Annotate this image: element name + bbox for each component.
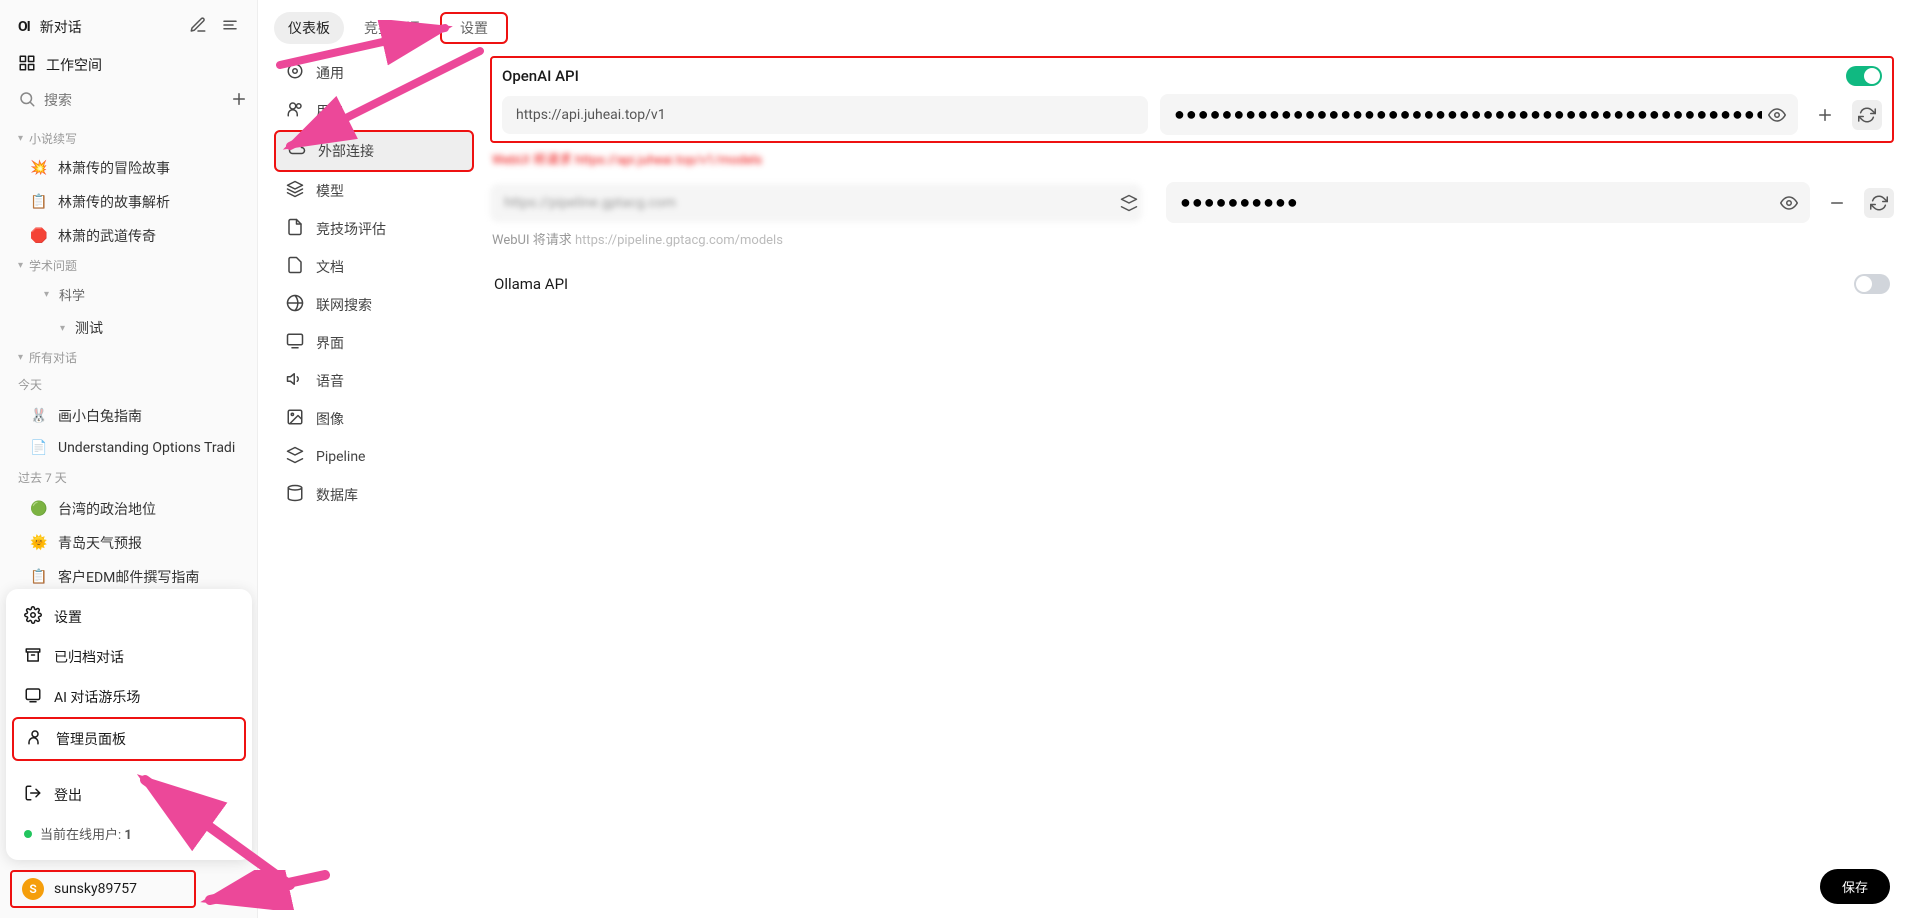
nav-general[interactable]: 通用 bbox=[274, 54, 474, 92]
menu-admin[interactable]: 管理员面板 bbox=[12, 717, 246, 761]
emoji-icon: 📋 bbox=[30, 569, 48, 585]
section-all[interactable]: ▾所有对话 bbox=[0, 345, 257, 370]
archive-icon bbox=[24, 646, 42, 668]
chat-item[interactable]: 💥林萧传的冒险故事 bbox=[0, 151, 257, 185]
emoji-icon: 🐰 bbox=[30, 408, 48, 424]
online-status: 当前在线用户: 1 bbox=[12, 815, 246, 852]
top-tabs: 仪表板 竞技场评 设置 bbox=[258, 0, 1914, 56]
workspace-icon bbox=[18, 54, 36, 76]
stack-icon bbox=[286, 180, 304, 202]
api-key-input[interactable] bbox=[1174, 94, 1762, 135]
nav-websearch[interactable]: 联网搜索 bbox=[274, 286, 474, 324]
search-input[interactable] bbox=[44, 93, 222, 109]
remove-icon[interactable] bbox=[1822, 188, 1852, 218]
chat-item[interactable]: ▾科学 bbox=[0, 278, 257, 311]
nav-audio[interactable]: 语音 bbox=[274, 362, 474, 400]
menu-icon[interactable] bbox=[221, 16, 239, 38]
nav-arena-eval[interactable]: 竞技场评估 bbox=[274, 210, 474, 248]
save-button[interactable]: 保存 bbox=[1820, 869, 1890, 904]
section-novel[interactable]: ▾小说续写 bbox=[0, 126, 257, 151]
speaker-icon bbox=[286, 370, 304, 392]
search-icon bbox=[18, 90, 36, 112]
eye-icon[interactable] bbox=[1762, 100, 1792, 130]
today-label: 今天 bbox=[0, 370, 257, 399]
logout-icon bbox=[24, 784, 42, 806]
api-hint: WebUI 将请求 https://api.juheai.top/v1/mode… bbox=[492, 149, 1892, 168]
api-url-input[interactable] bbox=[502, 96, 1148, 134]
api-url-input-2[interactable] bbox=[490, 184, 1142, 222]
section-academic[interactable]: ▾学术问题 bbox=[0, 253, 257, 278]
menu-playground[interactable]: AI 对话游乐场 bbox=[12, 677, 246, 717]
openai-api-title: OpenAI API bbox=[502, 67, 579, 85]
stack-icon bbox=[286, 446, 304, 468]
new-chat-label: 新对话 bbox=[40, 17, 82, 37]
menu-logout[interactable]: 登出 bbox=[12, 775, 246, 815]
nav-images[interactable]: 图像 bbox=[274, 400, 474, 438]
openai-api-block: OpenAI API bbox=[490, 56, 1894, 143]
emoji-icon: 🟢 bbox=[30, 501, 48, 517]
chat-item[interactable]: ▾测试 bbox=[0, 311, 257, 345]
workspace-label: 工作空间 bbox=[46, 55, 102, 75]
search-row[interactable] bbox=[12, 84, 245, 118]
app-logo: OI bbox=[18, 19, 30, 35]
user-pill[interactable]: S sunsky89757 bbox=[10, 870, 196, 908]
users-icon bbox=[286, 100, 304, 122]
nav-users[interactable]: 用户 bbox=[274, 92, 474, 130]
image-icon bbox=[286, 408, 304, 430]
username: sunsky89757 bbox=[54, 881, 137, 897]
chat-item[interactable]: 🐰画小白兔指南 bbox=[0, 399, 257, 433]
chat-item[interactable]: 📄Understanding Options Tradi bbox=[0, 433, 257, 463]
add-icon[interactable] bbox=[230, 90, 248, 112]
eye-icon[interactable] bbox=[1774, 188, 1804, 218]
document-icon bbox=[286, 218, 304, 240]
refresh-icon[interactable] bbox=[1852, 100, 1882, 130]
avatar: S bbox=[22, 878, 44, 900]
edit-icon[interactable] bbox=[189, 16, 207, 38]
openai-toggle[interactable] bbox=[1846, 66, 1882, 86]
menu-archived[interactable]: 已归档对话 bbox=[12, 637, 246, 677]
playground-icon bbox=[24, 686, 42, 708]
tab-dashboard[interactable]: 仪表板 bbox=[274, 12, 344, 44]
api-key-input-2[interactable] bbox=[1180, 182, 1774, 223]
menu-settings[interactable]: 设置 bbox=[12, 597, 246, 637]
nav-connections[interactable]: 外部连接 bbox=[274, 130, 474, 172]
cloud-icon bbox=[288, 140, 306, 162]
user-menu: 设置 已归档对话 AI 对话游乐场 管理员面板 登出 当前在线用户: 1 bbox=[6, 589, 252, 860]
chat-item[interactable]: 🛑林萧的武道传奇 bbox=[0, 219, 257, 253]
globe-icon bbox=[286, 294, 304, 316]
nav-models[interactable]: 模型 bbox=[274, 172, 474, 210]
add-icon[interactable] bbox=[1810, 100, 1840, 130]
new-chat-row[interactable]: OI 新对话 bbox=[12, 8, 245, 46]
nav-pipeline[interactable]: Pipeline bbox=[274, 438, 474, 476]
tab-settings[interactable]: 设置 bbox=[440, 12, 508, 44]
admin-icon bbox=[26, 728, 44, 750]
gear-icon bbox=[286, 62, 304, 84]
emoji-icon: 📋 bbox=[30, 194, 48, 210]
emoji-icon: 💥 bbox=[30, 160, 48, 176]
tab-arena[interactable]: 竞技场评 bbox=[350, 12, 434, 44]
api-hint-2: WebUI 将请求 https://pipeline.gptacg.com/mo… bbox=[492, 229, 1892, 248]
database-icon bbox=[286, 484, 304, 506]
settings-nav: 通用 用户 外部连接 模型 竞技场评估 文档 联网搜索 界面 语音 图像 Pip… bbox=[274, 54, 474, 514]
past7-label: 过去 7 天 bbox=[0, 463, 257, 492]
online-dot-icon bbox=[24, 830, 32, 838]
chat-item[interactable]: 📋林萧传的故事解析 bbox=[0, 185, 257, 219]
ollama-title: Ollama API bbox=[494, 275, 568, 293]
emoji-icon: 🌞 bbox=[30, 535, 48, 551]
document-icon bbox=[286, 256, 304, 278]
nav-database[interactable]: 数据库 bbox=[274, 476, 474, 514]
nav-docs[interactable]: 文档 bbox=[274, 248, 474, 286]
emoji-icon: 📄 bbox=[30, 440, 48, 456]
refresh-icon[interactable] bbox=[1864, 188, 1894, 218]
gear-icon bbox=[24, 606, 42, 628]
stack-icon[interactable] bbox=[1114, 188, 1144, 218]
ollama-row: Ollama API bbox=[490, 262, 1894, 306]
chat-item[interactable]: 🌞青岛天气预报 bbox=[0, 526, 257, 560]
monitor-icon bbox=[286, 332, 304, 354]
chat-item[interactable]: 🟢台湾的政治地位 bbox=[0, 492, 257, 526]
ollama-toggle[interactable] bbox=[1854, 274, 1890, 294]
nav-interface[interactable]: 界面 bbox=[274, 324, 474, 362]
emoji-icon: 🛑 bbox=[30, 228, 48, 244]
workspace-row[interactable]: 工作空间 bbox=[12, 46, 245, 84]
